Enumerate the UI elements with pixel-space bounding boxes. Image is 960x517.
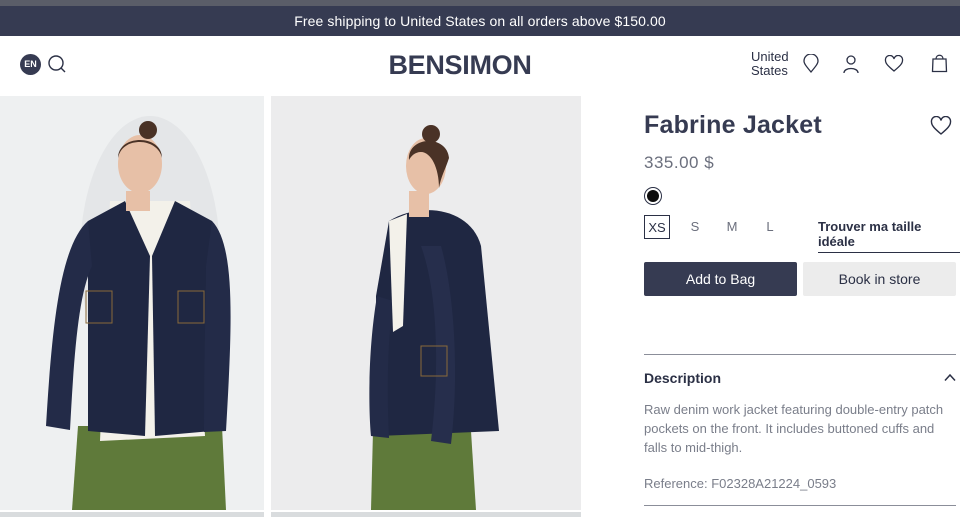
store-locator-icon[interactable]	[802, 54, 820, 74]
model-side-illustration	[271, 96, 581, 510]
color-swatch-black[interactable]	[644, 187, 662, 205]
photo-strip-left	[0, 512, 264, 517]
size-option-l[interactable]: L	[764, 215, 776, 239]
country-line-2: States	[751, 63, 788, 78]
photo-strip-right	[271, 512, 581, 517]
description-text: Raw denim work jacket featuring double-e…	[644, 402, 944, 455]
product-photo-front[interactable]	[0, 96, 264, 510]
product-reference: Reference: F02328A21224_0593	[644, 476, 837, 491]
size-option-s[interactable]: S	[688, 215, 702, 239]
size-option-xs[interactable]: XS	[644, 215, 670, 239]
language-switcher[interactable]: EN	[20, 54, 41, 75]
site-header: EN BENSIMON United States	[0, 36, 960, 96]
description-heading[interactable]: Description	[644, 370, 721, 386]
product-price: 335.00 $	[644, 153, 715, 172]
product-photo-side[interactable]	[271, 96, 581, 510]
shopping-bag-icon[interactable]	[931, 53, 948, 73]
model-front-illustration	[0, 96, 264, 510]
wishlist-heart-icon[interactable]	[930, 116, 952, 136]
size-option-m[interactable]: M	[724, 215, 740, 239]
product-title: Fabrine Jacket	[644, 111, 822, 139]
section-divider-bottom	[644, 505, 956, 506]
book-in-store-button[interactable]: Book in store	[803, 262, 956, 296]
size-guide-link[interactable]: Trouver ma taille idéale	[818, 219, 960, 253]
search-icon[interactable]	[47, 54, 67, 74]
chevron-up-icon[interactable]	[944, 373, 956, 382]
announcement-bar: Free shipping to United States on all or…	[0, 6, 960, 36]
add-to-bag-button[interactable]: Add to Bag	[644, 262, 797, 296]
account-icon[interactable]	[841, 54, 861, 74]
brand-logo[interactable]: BENSIMON	[360, 50, 560, 81]
section-divider-top	[644, 354, 956, 355]
wishlist-icon[interactable]	[884, 55, 904, 73]
country-line-1: United	[751, 49, 789, 64]
swatch-fill	[647, 190, 659, 202]
country-selector[interactable]: United States	[751, 50, 789, 78]
